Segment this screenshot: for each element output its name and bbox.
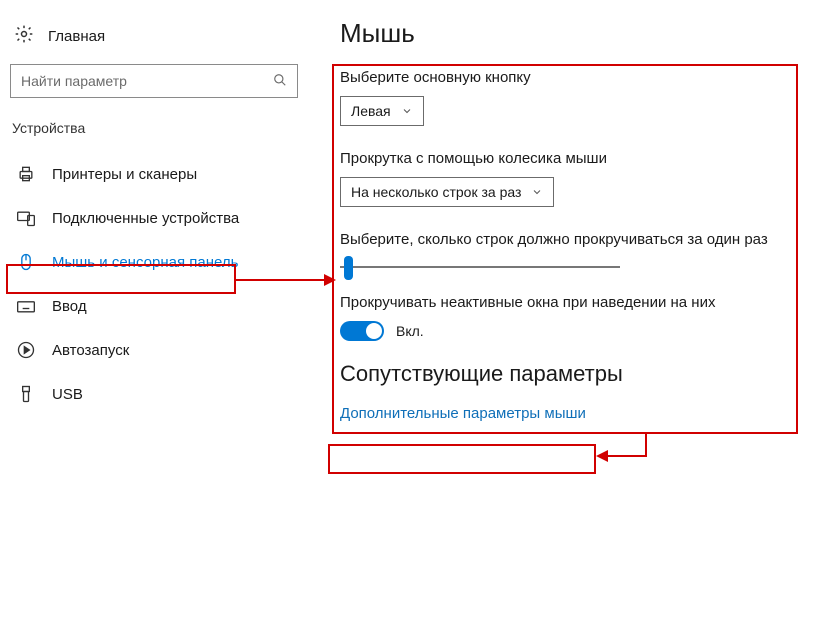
sidebar-item-label: Ввод bbox=[52, 298, 87, 315]
usb-icon bbox=[16, 384, 36, 404]
search-input[interactable]: Найти параметр bbox=[10, 64, 298, 98]
slider-thumb[interactable] bbox=[344, 256, 353, 280]
chevron-down-icon bbox=[401, 105, 413, 117]
home-nav[interactable]: Главная bbox=[10, 18, 310, 64]
nav-group-label: Устройства bbox=[10, 120, 310, 136]
additional-mouse-options-link[interactable]: Дополнительные параметры мыши bbox=[340, 397, 586, 430]
sidebar-item-autoplay[interactable]: Автозапуск bbox=[10, 328, 310, 372]
sidebar-item-mouse-touchpad[interactable]: Мышь и сенсорная панель bbox=[10, 240, 310, 284]
inactive-scroll-label: Прокручивать неактивные окна при наведен… bbox=[340, 294, 826, 311]
toggle-knob bbox=[366, 323, 382, 339]
search-icon bbox=[273, 73, 287, 90]
sidebar-item-label: Принтеры и сканеры bbox=[52, 166, 197, 183]
keyboard-icon bbox=[16, 296, 36, 316]
gear-icon bbox=[14, 24, 34, 48]
inactive-scroll-toggle[interactable] bbox=[340, 321, 384, 341]
sidebar-item-connected-devices[interactable]: Подключенные устройства bbox=[10, 196, 310, 240]
lines-per-scroll-label: Выберите, сколько строк должно прокручив… bbox=[340, 231, 826, 248]
related-section-title: Сопутствующие параметры bbox=[340, 361, 826, 387]
mouse-icon bbox=[16, 252, 36, 272]
sidebar-item-label: Подключенные устройства bbox=[52, 210, 239, 227]
sidebar-item-usb[interactable]: USB bbox=[10, 372, 310, 416]
chevron-down-icon bbox=[531, 186, 543, 198]
home-label: Главная bbox=[48, 28, 105, 45]
sidebar-item-label: Мышь и сенсорная панель bbox=[52, 254, 238, 271]
toggle-state-label: Вкл. bbox=[396, 323, 424, 339]
scroll-mode-label: Прокрутка с помощью колесика мыши bbox=[340, 150, 826, 167]
autoplay-icon bbox=[16, 340, 36, 360]
scroll-mode-dropdown[interactable]: На несколько строк за раз bbox=[340, 177, 554, 207]
lines-per-scroll-slider[interactable] bbox=[340, 266, 620, 268]
devices-icon bbox=[16, 208, 36, 228]
sidebar-item-label: USB bbox=[52, 386, 83, 403]
dropdown-value: На несколько строк за раз bbox=[351, 184, 521, 200]
printer-icon bbox=[16, 164, 36, 184]
sidebar-item-label: Автозапуск bbox=[52, 342, 129, 359]
search-placeholder: Найти параметр bbox=[21, 73, 273, 89]
dropdown-value: Левая bbox=[351, 103, 391, 119]
sidebar-item-typing[interactable]: Ввод bbox=[10, 284, 310, 328]
primary-button-dropdown[interactable]: Левая bbox=[340, 96, 424, 126]
sidebar-item-printers[interactable]: Принтеры и сканеры bbox=[10, 152, 310, 196]
page-title: Мышь bbox=[340, 18, 826, 49]
primary-button-label: Выберите основную кнопку bbox=[340, 69, 826, 86]
